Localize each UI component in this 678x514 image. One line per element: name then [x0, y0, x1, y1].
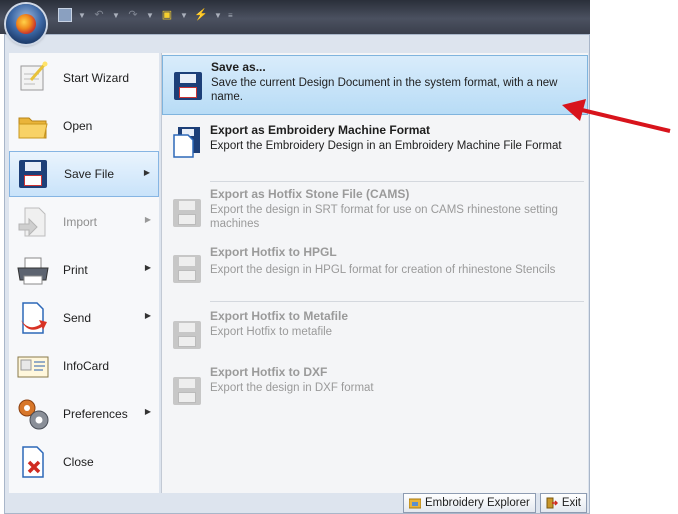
hotfix-floppy-icon [170, 317, 204, 351]
submenu-arrow-icon: ▶ [144, 407, 151, 416]
menu-item-print[interactable]: Print ▶ [9, 247, 159, 293]
submenu-item-export-hpgl[interactable]: Export Hotfix to HPGL Export the design … [162, 245, 588, 289]
menu-item-preferences[interactable]: Preferences ▶ [9, 391, 159, 437]
menu-item-start-wizard[interactable]: Start Wizard [9, 55, 159, 101]
chevron-down-icon[interactable]: ▼ [214, 11, 222, 20]
floppy-disk-icon [16, 156, 52, 192]
hotfix-floppy-icon [170, 195, 204, 229]
submenu-item-description: Export the design in DXF format [210, 382, 374, 394]
submenu-arrow-icon: ▶ [144, 263, 151, 272]
menu-item-label: Close [63, 455, 94, 469]
submenu-item-description: Export the design in SRT format for use … [210, 204, 558, 230]
menu-item-send[interactable]: Send ▶ [9, 295, 159, 341]
menu-item-label: Start Wizard [63, 71, 130, 85]
submenu-arrow-icon: ▶ [143, 168, 150, 177]
wizard-icon [15, 60, 51, 96]
menu-item-import[interactable]: Import ▶ [9, 199, 159, 245]
clipboard-icon[interactable]: ▣ [160, 8, 174, 22]
menu-commands-panel: Start Wizard Open Save File ▶ Import ▶ P… [9, 53, 159, 493]
menu-item-open[interactable]: Open [9, 103, 159, 149]
submenu-item-description: Save the current Design Document in the … [211, 77, 558, 103]
embroidery-explorer-button[interactable]: Embroidery Explorer [403, 493, 536, 513]
exit-label: Exit [561, 497, 581, 509]
submenu-item-export-metafile[interactable]: Export Hotfix to Metafile Export Hotfix … [162, 307, 588, 351]
submenu-separator [210, 181, 584, 182]
submenu-item-title: Export as Hotfix Stone File (CAMS) [210, 187, 410, 201]
menu-item-close[interactable]: Close [9, 439, 159, 485]
exit-icon [546, 497, 558, 509]
submenu-item-title: Save as... [211, 60, 266, 74]
explorer-icon [408, 497, 422, 509]
chevron-down-icon[interactable]: ▼ [112, 11, 120, 20]
submenu-arrow-icon: ▶ [144, 311, 151, 320]
submenu-item-title: Export Hotfix to DXF [210, 365, 328, 379]
chevron-down-icon[interactable]: ▼ [146, 11, 154, 20]
submenu-item-save-as[interactable]: Save as... Save the current Design Docum… [162, 55, 588, 115]
annotation-arrow [560, 95, 672, 135]
menu-item-label: Save File [64, 167, 115, 181]
title-bar: ▼ ↶ ▼ ↷ ▼ ▣ ▼ ⚡ ▼ ≡ [0, 0, 590, 34]
hotfix-floppy-icon [170, 373, 204, 407]
application-menu-button[interactable] [6, 4, 46, 44]
undo-icon[interactable]: ↶ [92, 8, 106, 22]
import-icon [15, 204, 51, 240]
submenu-separator [210, 301, 584, 302]
send-icon [15, 300, 51, 336]
submenu-item-title: Export as Embroidery Machine Format [210, 123, 431, 137]
menu-footer: Embroidery Explorer Exit [9, 493, 587, 513]
exit-button[interactable]: Exit [539, 493, 587, 513]
customize-toolbar-icon[interactable]: ≡ [228, 11, 236, 20]
app-logo-icon [16, 14, 36, 34]
folder-icon [15, 108, 51, 144]
embroidery-explorer-label: Embroidery Explorer [425, 497, 530, 509]
infocard-icon [15, 348, 51, 384]
save-icon[interactable] [58, 8, 72, 22]
application-menu: Start Wizard Open Save File ▶ Import ▶ P… [4, 34, 590, 514]
submenu-item-title: Export Hotfix to HPGL [210, 245, 337, 259]
menu-item-label: Print [63, 263, 88, 277]
hotfix-floppy-icon [170, 251, 204, 285]
menu-item-label: Import [63, 215, 98, 229]
submenu-item-export-cams[interactable]: Export as Hotfix Stone File (CAMS) Expor… [162, 185, 588, 235]
floppy-disk-icon [171, 68, 205, 102]
chevron-down-icon[interactable]: ▼ [180, 11, 188, 20]
menu-item-label: Send [63, 311, 92, 325]
gears-icon [15, 396, 51, 432]
menu-item-label: Preferences [63, 407, 128, 421]
quick-access-toolbar: ▼ ↶ ▼ ↷ ▼ ▣ ▼ ⚡ ▼ ≡ [58, 8, 236, 22]
menu-item-infocard[interactable]: InfoCard [9, 343, 159, 389]
lightning-icon[interactable]: ⚡ [194, 8, 208, 22]
submenu-item-description: Export Hotfix to metafile [210, 326, 333, 338]
submenu-item-description: Export the Embroidery Design in an Embro… [210, 140, 562, 152]
export-floppy-icon [170, 125, 204, 159]
menu-item-label: Open [63, 119, 93, 133]
submenu-item-description: Export the design in HPGL format for cre… [210, 264, 556, 276]
submenu-item-title: Export Hotfix to Metafile [210, 309, 349, 323]
submenu-item-export-embroidery[interactable]: Export as Embroidery Machine Format Expo… [162, 121, 588, 177]
menu-item-save-file[interactable]: Save File ▶ [9, 151, 159, 197]
submenu-arrow-icon: ▶ [144, 215, 151, 224]
menu-item-label: InfoCard [63, 359, 110, 373]
close-document-icon [15, 444, 51, 480]
redo-icon[interactable]: ↷ [126, 8, 140, 22]
submenu-item-export-dxf[interactable]: Export Hotfix to DXF Export the design i… [162, 363, 588, 407]
chevron-down-icon[interactable]: ▼ [78, 11, 86, 20]
printer-icon [15, 252, 51, 288]
save-file-submenu: Save as... Save the current Design Docum… [161, 53, 588, 493]
